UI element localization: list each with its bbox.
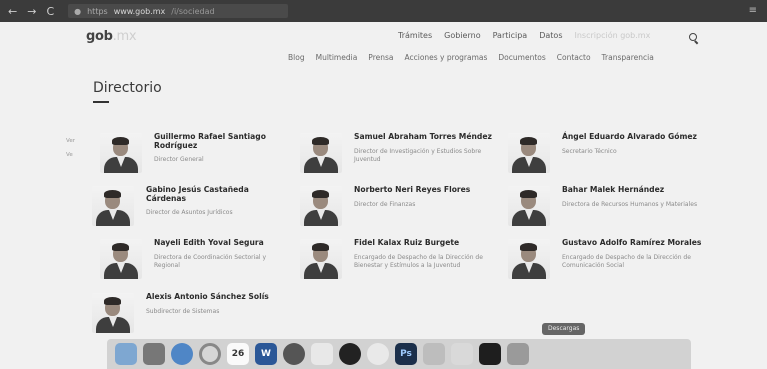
site-logo[interactable]: gob.mx [86, 29, 137, 44]
directory-entry[interactable]: Alexis Antonio Sánchez Solís Subdirector… [92, 292, 296, 333]
person-role: Director de Investigación y Estudios Sob… [354, 147, 482, 163]
chrome-icon[interactable] [199, 343, 221, 365]
directory-entry[interactable]: Norberto Neri Reyes Flores Director de F… [300, 185, 492, 226]
avatar [300, 133, 342, 173]
sub-nav-item-acciones[interactable]: Acciones y programas [404, 53, 487, 62]
sub-nav-item-prensa[interactable]: Prensa [368, 53, 393, 62]
sub-nav-item-multimedia[interactable]: Multimedia [316, 53, 358, 62]
directory-entry[interactable]: Samuel Abraham Torres Méndez Director de… [300, 132, 492, 173]
logo-suffix: .mx [112, 29, 137, 44]
avatar [100, 239, 142, 279]
sub-nav-item-blog[interactable]: Blog [288, 53, 305, 62]
spotify-icon[interactable] [339, 343, 361, 365]
preview-icon[interactable] [423, 343, 445, 365]
person-name[interactable]: Nayeli Edith Yoval Segura [154, 238, 292, 248]
person-name[interactable]: Bahar Malek Hernández [562, 185, 702, 195]
menu-icon[interactable]: ≡ [749, 5, 757, 16]
safari-icon[interactable] [171, 343, 193, 365]
reload-icon[interactable]: C [46, 5, 54, 18]
calendar-icon[interactable]: 26 [227, 343, 249, 365]
search-icon[interactable] [689, 33, 699, 43]
person-role: Director de Finanzas [354, 200, 416, 208]
forward-arrow-icon[interactable]: → [27, 5, 36, 18]
sub-nav-item-contacto[interactable]: Contacto [557, 53, 591, 62]
person-role: Directora de Recursos Humanos y Material… [562, 200, 698, 208]
address-bar[interactable]: ● https www.gob.mx /i/sociedad [68, 4, 289, 18]
url-path: /i/sociedad [171, 6, 215, 16]
avatar [508, 133, 550, 173]
itunes-icon[interactable] [367, 343, 389, 365]
logo-text: gob [86, 29, 113, 44]
avatar [92, 186, 134, 226]
avatar [92, 293, 134, 333]
person-role: Encargado de Despacho de la Dirección de… [354, 253, 483, 269]
top-nav: Trámites Gobierno Participa Datos Inscri… [398, 31, 650, 40]
person-role: Directora de Coordinación Sectorial y Re… [154, 253, 267, 269]
calendar-day: 26 [231, 349, 245, 359]
avatar [508, 186, 550, 226]
page-title: Directorio [93, 80, 162, 96]
directory-entry[interactable]: Ángel Eduardo Alvarado Gómez Secretario … [508, 132, 702, 173]
browser-toolbar: ← → C ● https www.gob.mx /i/sociedad ≡ [0, 0, 767, 22]
photoshop-icon[interactable]: Ps [395, 343, 417, 365]
url-protocol: https [87, 6, 108, 16]
pager-link[interactable]: Ve [66, 148, 75, 162]
person-name[interactable]: Gabino Jesús Castañeda Cárdenas [146, 185, 282, 203]
sub-nav-item-documentos[interactable]: Documentos [498, 53, 545, 62]
person-name[interactable]: Alexis Antonio Sánchez Solís [146, 292, 296, 302]
person-name[interactable]: Guillermo Rafael Santiago Rodríguez [154, 132, 282, 150]
person-name[interactable]: Gustavo Adolfo Ramírez Morales [562, 238, 702, 248]
directory-entry[interactable]: Fidel Kalax Ruiz Burgete Encargado de De… [300, 238, 492, 279]
person-role: Director de Asuntos Jurídicos [146, 209, 233, 216]
directory-entry[interactable]: Nayeli Edith Yoval Segura Directora de C… [100, 238, 292, 279]
pager-link[interactable]: Ver [66, 134, 75, 148]
person-name[interactable]: Samuel Abraham Torres Méndez [354, 132, 492, 142]
lock-icon: ● [74, 6, 82, 16]
top-nav-item-datos[interactable]: Datos [539, 31, 562, 40]
back-arrow-icon[interactable]: ← [8, 5, 17, 18]
person-name[interactable]: Ángel Eduardo Alvarado Gómez [562, 132, 702, 142]
downloads-icon[interactable] [451, 343, 473, 365]
side-pager: Ver Ve [66, 134, 75, 162]
url-domain: www.gob.mx [113, 6, 166, 16]
person-role: Subdirector de Sistemas [146, 307, 220, 315]
person-role: Secretario Técnico [562, 147, 617, 155]
browser-actions: ≡ [749, 5, 757, 16]
launchpad-icon[interactable] [143, 343, 165, 365]
chrome-alt-icon[interactable] [283, 343, 305, 365]
photoshop-label: Ps [400, 349, 412, 359]
person-name[interactable]: Norberto Neri Reyes Flores [354, 185, 492, 195]
person-role: Encargado de Despacho de la Dirección de… [562, 253, 691, 269]
trash-icon[interactable] [507, 343, 529, 365]
top-nav-item-tramites[interactable]: Trámites [398, 31, 432, 40]
sub-nav: Blog Multimedia Prensa Acciones y progra… [288, 53, 654, 62]
top-nav-faint-link[interactable]: Inscripción gob.mx [574, 31, 650, 40]
directory-entry[interactable]: Bahar Malek Hernández Directora de Recur… [508, 185, 702, 226]
directory-entry[interactable]: Guillermo Rafael Santiago Rodríguez Dire… [100, 132, 282, 173]
avatar [100, 133, 142, 173]
terminal-icon[interactable] [479, 343, 501, 365]
top-nav-item-gobierno[interactable]: Gobierno [444, 31, 480, 40]
word-icon[interactable]: W [255, 343, 277, 365]
word-label: W [261, 349, 271, 359]
directory-entry[interactable]: Gustavo Adolfo Ramírez Morales Encargado… [508, 238, 702, 279]
title-underline [93, 101, 109, 103]
finder-icon[interactable] [115, 343, 137, 365]
avatar [508, 239, 550, 279]
person-name[interactable]: Fidel Kalax Ruiz Burgete [354, 238, 492, 248]
sub-nav-item-transparencia[interactable]: Transparencia [602, 53, 654, 62]
avatar [300, 186, 342, 226]
notes-icon[interactable] [311, 343, 333, 365]
avatar [300, 239, 342, 279]
dock-tooltip: Descargas [542, 323, 586, 335]
directory-entry[interactable]: Gabino Jesús Castañeda Cárdenas Director… [92, 185, 282, 226]
browser-nav: ← → C [8, 5, 54, 18]
dock: 26 W Ps [107, 339, 691, 369]
person-role: Director General [154, 156, 204, 163]
top-nav-item-participa[interactable]: Participa [493, 31, 528, 40]
